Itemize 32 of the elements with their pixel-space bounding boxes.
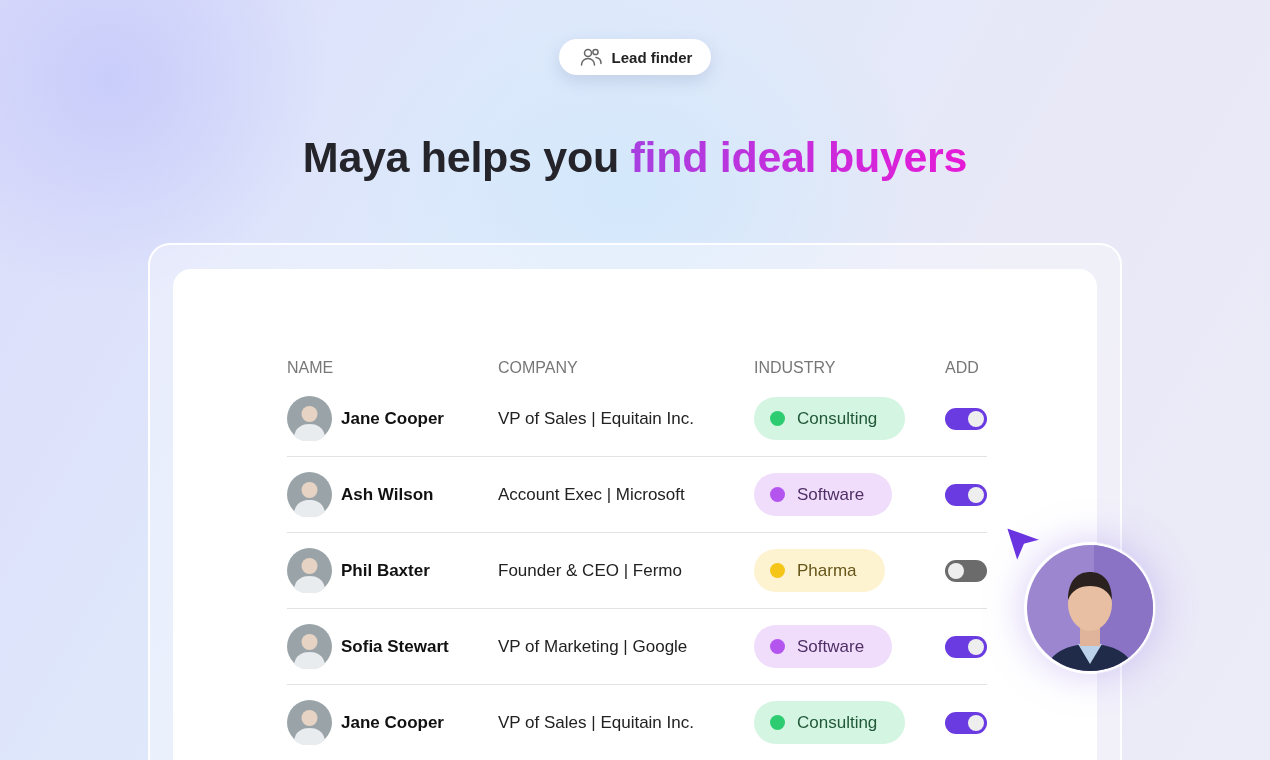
company-text: Founder & CEO | Fermo [498, 560, 683, 581]
add-toggle[interactable] [945, 711, 987, 734]
avatar [287, 624, 332, 669]
avatar [287, 548, 332, 593]
column-header: NAME [287, 359, 335, 377]
person-name: Ash Wilson [341, 484, 434, 505]
person-name: Jane Cooper [341, 408, 444, 429]
column-header: ADD [945, 359, 980, 377]
column-header: COMPANY [498, 359, 579, 377]
person-name: Sofia Stewart [341, 636, 449, 657]
company-text: VP of Marketing | Google [498, 636, 689, 657]
avatar [287, 396, 332, 441]
industry-tag: Consulting [754, 397, 906, 440]
avatar [287, 472, 332, 517]
company-text: VP of Sales | Equitain Inc. [498, 712, 695, 733]
people-icon [579, 47, 602, 67]
headline: Maya helps you find ideal buyers [302, 133, 968, 182]
avatar [287, 700, 332, 745]
industry-tag: Pharma [754, 549, 885, 592]
add-toggle[interactable] [945, 407, 987, 430]
company-text: VP of Sales | Equitain Inc. [498, 408, 695, 429]
lead-finder-badge[interactable]: Lead finder [558, 39, 712, 75]
person-name: Phil Baxter [341, 560, 430, 581]
add-toggle[interactable] [945, 559, 987, 582]
add-toggle[interactable] [945, 635, 987, 658]
add-toggle[interactable] [945, 483, 987, 506]
industry-tag: Consulting [754, 701, 906, 744]
company-text: Account Exec | Microsoft [498, 484, 686, 505]
industry-tag: Software [754, 625, 893, 668]
person-name: Jane Cooper [341, 712, 444, 733]
column-header: INDUSTRY [754, 359, 837, 377]
industry-tag: Software [754, 473, 893, 516]
